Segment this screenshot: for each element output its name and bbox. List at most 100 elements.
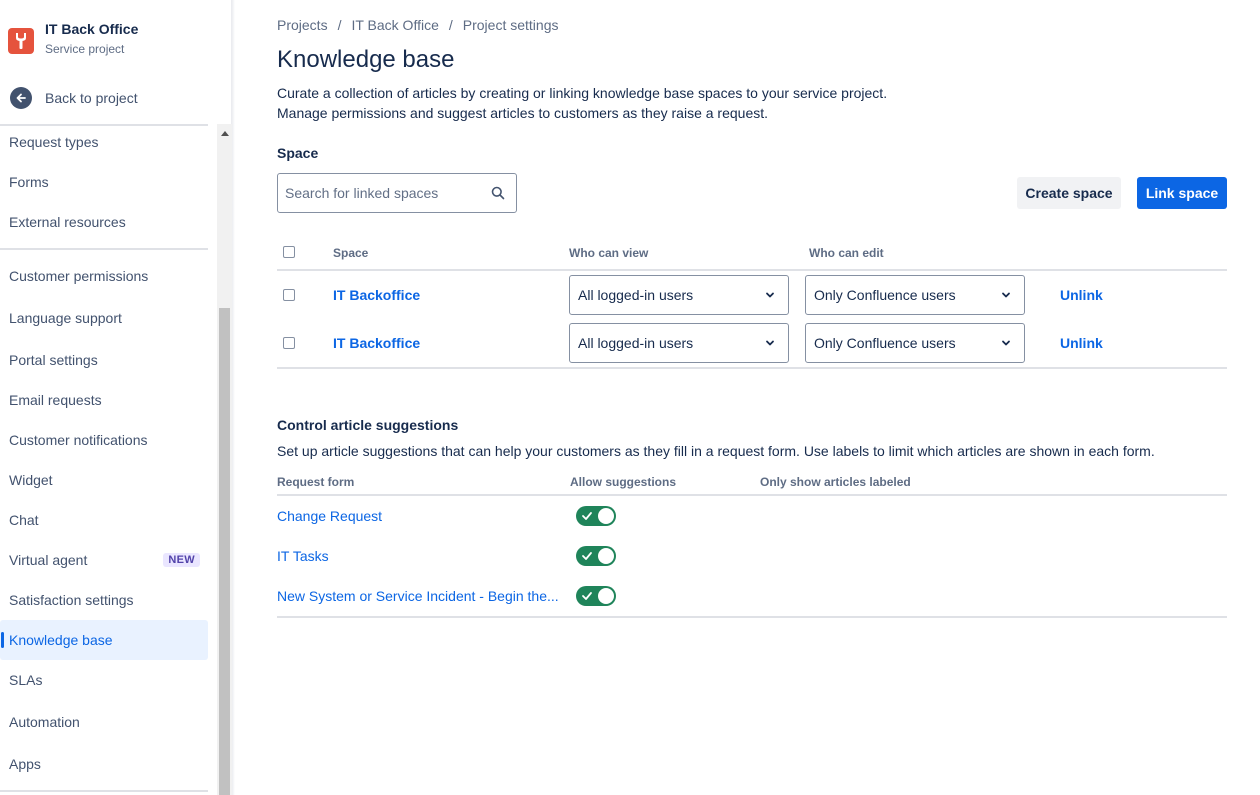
nav-divider [0,248,208,250]
back-to-project-link[interactable]: Back to project [10,87,138,109]
wrench-icon [16,33,26,49]
arrow-left-icon [10,87,32,109]
sidebar-item-language-support[interactable]: Language support [0,298,208,338]
sidebar-item-automation[interactable]: Automation [0,702,208,742]
toggle-knob [598,548,614,564]
allow-suggestions-toggle[interactable] [576,586,616,606]
sidebar-item-label: Customer permissions [9,268,149,284]
breadcrumb-project[interactable]: IT Back Office [351,17,438,33]
link-space-button[interactable]: Link space [1137,177,1227,209]
table-divider [277,494,1227,496]
sidebar-item-portal-settings[interactable]: Portal settings [0,340,208,380]
sidebar-item-label: Automation [9,714,80,730]
unlink-button[interactable]: Unlink [1060,335,1103,351]
breadcrumb: Projects / IT Back Office / Project sett… [277,17,558,33]
sidebar-item-widget[interactable]: Widget [0,460,208,500]
page-description: Curate a collection of articles by creat… [277,83,887,123]
toggle-knob [598,508,614,524]
column-header-space: Space [333,246,369,260]
breadcrumb-projects[interactable]: Projects [277,17,328,33]
article-suggestions-title: Control article suggestions [277,417,459,433]
table-divider [277,269,1227,271]
sidebar-item-label: Widget [9,472,53,488]
chevron-down-icon [766,340,774,346]
who-can-view-select[interactable]: All logged-in users [569,323,789,363]
sidebar-item-label: Language support [9,310,122,326]
space-link[interactable]: IT Backoffice [333,287,420,303]
sidebar-item-forms[interactable]: Forms [0,162,208,202]
search-linked-spaces[interactable] [277,173,517,213]
nav-divider [0,790,208,792]
sidebar-item-customer-permissions[interactable]: Customer permissions [0,256,208,296]
sidebar-item-request-types[interactable]: Request types [0,122,208,162]
check-icon [582,592,592,600]
who-can-view-select[interactable]: All logged-in users [569,275,789,315]
sidebar-item-satisfaction-settings[interactable]: Satisfaction settings [0,580,208,620]
column-header-request-form: Request form [277,475,355,489]
project-avatar [8,28,34,54]
allow-suggestions-toggle[interactable] [576,506,616,526]
sidebar-item-label: SLAs [9,672,43,688]
page-description-line: Manage permissions and suggest articles … [277,105,769,121]
space-link[interactable]: IT Backoffice [333,335,420,351]
sidebar-item-label: Satisfaction settings [9,592,134,608]
chevron-down-icon [766,292,774,298]
allow-suggestions-toggle[interactable] [576,546,616,566]
breadcrumb-project-settings[interactable]: Project settings [463,17,559,33]
sidebar-item-label: Customer notifications [9,432,148,448]
search-input[interactable] [285,185,485,201]
page-description-line: Curate a collection of articles by creat… [277,85,888,101]
column-header-who-can-edit: Who can edit [809,246,884,260]
who-can-edit-select[interactable]: Only Confluence users [805,275,1025,315]
sidebar-item-label: Email requests [9,392,102,408]
sidebar-item-chat[interactable]: Chat [0,500,208,540]
request-form-link[interactable]: Change Request [277,508,382,524]
who-can-edit-select[interactable]: Only Confluence users [805,323,1025,363]
select-all-checkbox[interactable] [283,246,295,258]
chevron-down-icon [1002,292,1010,298]
sidebar-item-virtual-agent[interactable]: Virtual agent NEW [0,540,208,580]
sidebar-item-apps[interactable]: Apps [0,744,208,784]
sidebar-item-label: Knowledge base [9,632,113,648]
column-header-who-can-view: Who can view [569,246,649,260]
sidebar-item-label: Portal settings [9,352,98,368]
sidebar-item-knowledge-base[interactable]: Knowledge base [0,620,208,660]
project-type: Service project [45,42,125,56]
row-checkbox[interactable] [283,337,295,349]
select-value: All logged-in users [578,287,694,303]
sidebar-item-external-resources[interactable]: External resources [0,202,208,242]
check-icon [582,512,592,520]
sidebar-item-email-requests[interactable]: Email requests [0,380,208,420]
breadcrumb-separator: / [448,17,453,33]
article-suggestions-description: Set up article suggestions that can help… [277,443,1155,459]
sidebar-item-label: Forms [9,174,49,190]
sidebar-item-customer-notifications[interactable]: Customer notifications [0,420,208,460]
request-form-link[interactable]: New System or Service Incident - Begin t… [277,588,559,604]
page-title: Knowledge base [277,46,455,73]
search-icon [491,186,505,200]
create-space-button[interactable]: Create space [1017,177,1121,209]
unlink-button[interactable]: Unlink [1060,287,1103,303]
chevron-down-icon [1002,340,1010,346]
sidebar-item-label: Apps [9,756,41,772]
breadcrumb-separator: / [337,17,342,33]
request-form-link[interactable]: IT Tasks [277,548,329,564]
back-to-project-label: Back to project [45,90,138,106]
sidebar: IT Back Office Service project Back to p… [0,0,232,795]
table-divider [277,616,1227,618]
new-badge: NEW [163,553,200,567]
table-divider [277,367,1227,369]
select-value: Only Confluence users [814,287,956,303]
sidebar-item-label: Virtual agent [9,552,88,568]
sidebar-item-label: Request types [9,134,99,150]
column-header-articles-labeled: Only show articles labeled [760,475,911,489]
scroll-up-arrow-icon[interactable] [219,128,230,139]
space-section-label: Space [277,145,319,161]
sidebar-scrollbar-thumb[interactable] [219,308,230,795]
check-icon [582,552,592,560]
sidebar-item-slas[interactable]: SLAs [0,660,208,700]
sidebar-item-label: Chat [9,512,39,528]
column-header-allow-suggestions: Allow suggestions [570,475,677,489]
row-checkbox[interactable] [283,289,295,301]
sidebar-item-label: External resources [9,214,126,230]
